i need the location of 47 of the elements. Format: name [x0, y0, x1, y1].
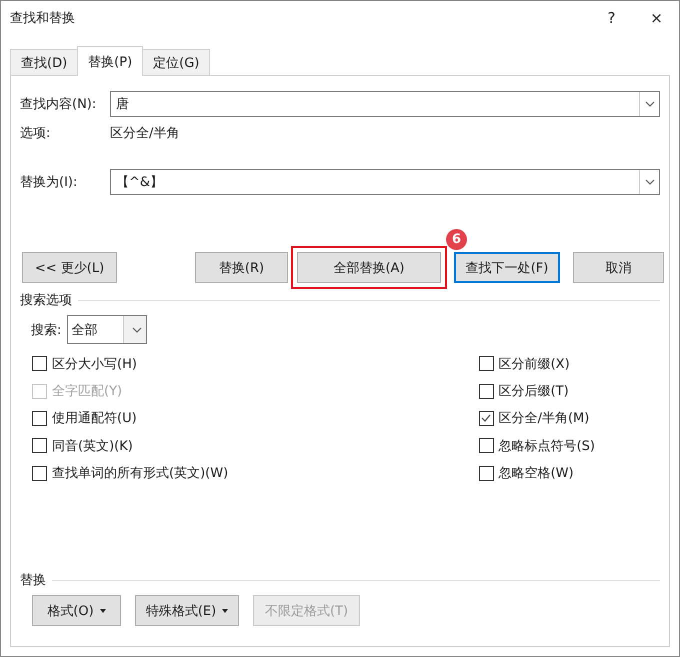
- checkbox[interactable]: [32, 438, 47, 454]
- section-title: 替换: [20, 572, 46, 589]
- chevron-icon: [644, 101, 654, 107]
- checkbox[interactable]: [32, 356, 47, 372]
- checkbox[interactable]: [32, 466, 47, 481]
- window-title: 查找和替换: [10, 10, 76, 27]
- checkbox-label: 区分后缀(T): [498, 383, 569, 400]
- checkbox[interactable]: [478, 410, 494, 426]
- action-button[interactable]: 查找下一处(F): [454, 252, 560, 283]
- checkbox-label: 区分前缀(X): [498, 356, 570, 373]
- find-field[interactable]: 唐: [110, 91, 660, 117]
- check-icon: [481, 414, 492, 422]
- action-button[interactable]: 取消: [573, 252, 664, 283]
- step-badge: 6: [446, 229, 467, 250]
- checkbox[interactable]: [32, 410, 47, 426]
- search-label: 搜索:: [31, 322, 62, 338]
- checkbox-label: 同音(英文)(K): [52, 438, 133, 455]
- field-label: 查找内容(N):: [20, 96, 98, 113]
- checkbox-label: 查找单词的所有形式(英文)(W): [52, 465, 228, 482]
- tab[interactable]: 查找(D): [10, 49, 78, 75]
- checkbox-label: 忽略空格(W): [498, 465, 574, 482]
- chevron-icon: [132, 326, 142, 332]
- help-button[interactable]: ?: [589, 1, 634, 35]
- action-button[interactable]: << 更少(L): [22, 252, 117, 283]
- section-title: 搜索选项: [20, 292, 72, 309]
- field-label: 替换为(I):: [20, 174, 78, 191]
- dropdown-button[interactable]: 格式(O): [32, 595, 121, 626]
- checkbox-label: 全字匹配(Y): [52, 383, 122, 400]
- chevron-icon: [644, 179, 654, 185]
- tab[interactable]: 替换(P): [77, 46, 144, 76]
- replace-field[interactable]: 【^&】: [110, 169, 660, 195]
- options-value: 区分全/半角: [110, 125, 180, 142]
- checkbox[interactable]: [478, 466, 494, 481]
- checkbox-label: 区分全/半角(M): [498, 410, 590, 428]
- checkbox-label: 区分大小写(H): [52, 356, 137, 373]
- checkbox[interactable]: [478, 384, 494, 399]
- options-label: 选项:: [20, 125, 52, 142]
- checkbox-label: 使用通配符(U): [52, 410, 137, 428]
- search-dropdown[interactable]: 全部: [67, 315, 148, 344]
- dropdown-button[interactable]: 特殊格式(E): [135, 595, 239, 626]
- checkbox[interactable]: [478, 356, 494, 372]
- action-button[interactable]: 替换(R): [195, 252, 288, 283]
- action-button[interactable]: 全部替换(A): [297, 252, 441, 283]
- close-button[interactable]: ×: [634, 1, 679, 35]
- checkbox[interactable]: [478, 438, 494, 454]
- checkbox-label: 忽略标点符号(S): [498, 438, 595, 455]
- tab[interactable]: 定位(G): [142, 49, 210, 75]
